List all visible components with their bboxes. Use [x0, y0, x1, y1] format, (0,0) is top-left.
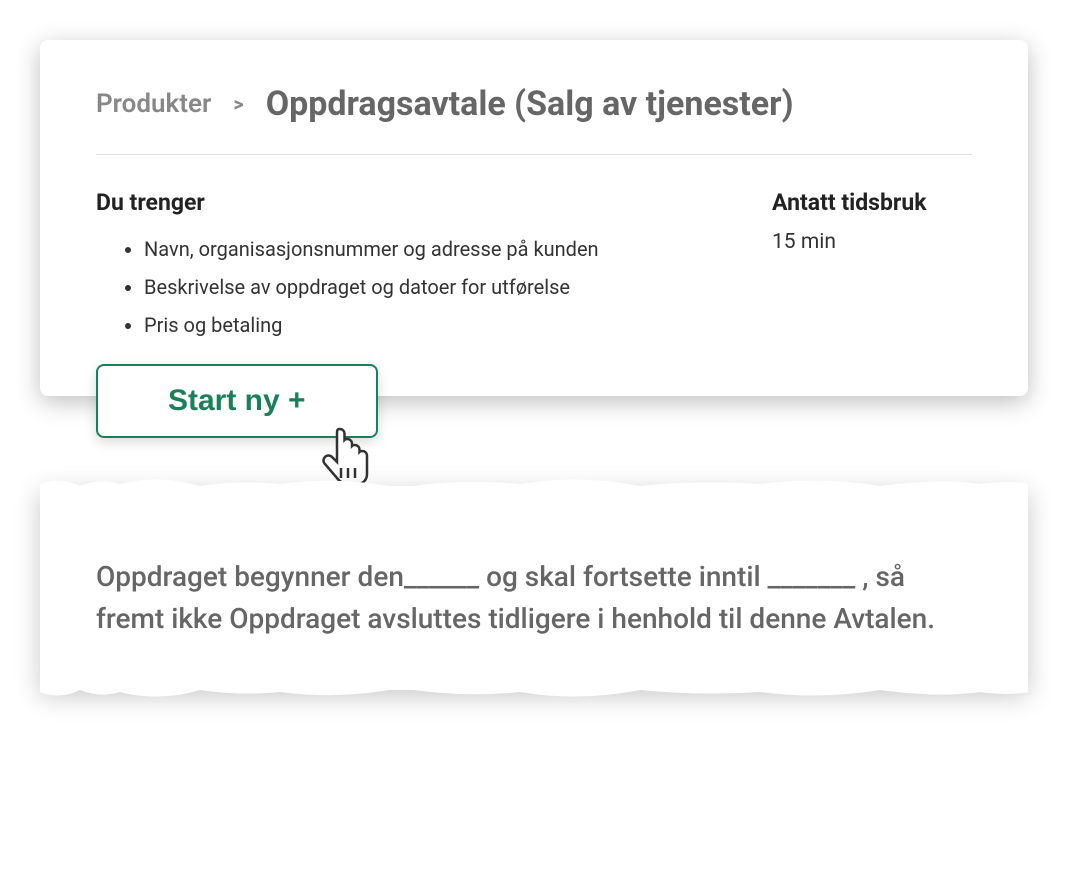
- needs-section: Du trenger Navn, organisasjonsnummer og …: [96, 189, 692, 344]
- document-preview: Oppdraget begynner den______ og skal for…: [40, 486, 1028, 690]
- list-item: Navn, organisasjonsnummer og adresse på …: [144, 230, 692, 268]
- list-item: Pris og betaling: [144, 306, 692, 344]
- time-heading: Antatt tidsbruk: [772, 189, 972, 216]
- time-value: 15 min: [772, 230, 972, 254]
- document-body-text: Oppdraget begynner den______ og skal for…: [96, 556, 972, 640]
- breadcrumb: Produkter > Oppdragsavtale (Salg av tjen…: [96, 84, 972, 155]
- breadcrumb-root[interactable]: Produkter: [96, 89, 211, 119]
- breadcrumb-current: Oppdragsavtale (Salg av tjenester): [266, 84, 794, 124]
- torn-edge-bottom-icon: [40, 682, 1028, 702]
- start-new-button[interactable]: Start ny +: [96, 364, 378, 438]
- info-row: Du trenger Navn, organisasjonsnummer og …: [96, 189, 972, 344]
- time-section: Antatt tidsbruk 15 min: [772, 189, 972, 344]
- needs-heading: Du trenger: [96, 189, 692, 216]
- chevron-right-icon: >: [233, 92, 243, 116]
- product-card: Produkter > Oppdragsavtale (Salg av tjen…: [40, 40, 1028, 396]
- list-item: Beskrivelse av oppdraget og datoer for u…: [144, 268, 692, 306]
- needs-list: Navn, organisasjonsnummer og adresse på …: [96, 230, 692, 344]
- torn-edge-top-icon: [40, 474, 1028, 494]
